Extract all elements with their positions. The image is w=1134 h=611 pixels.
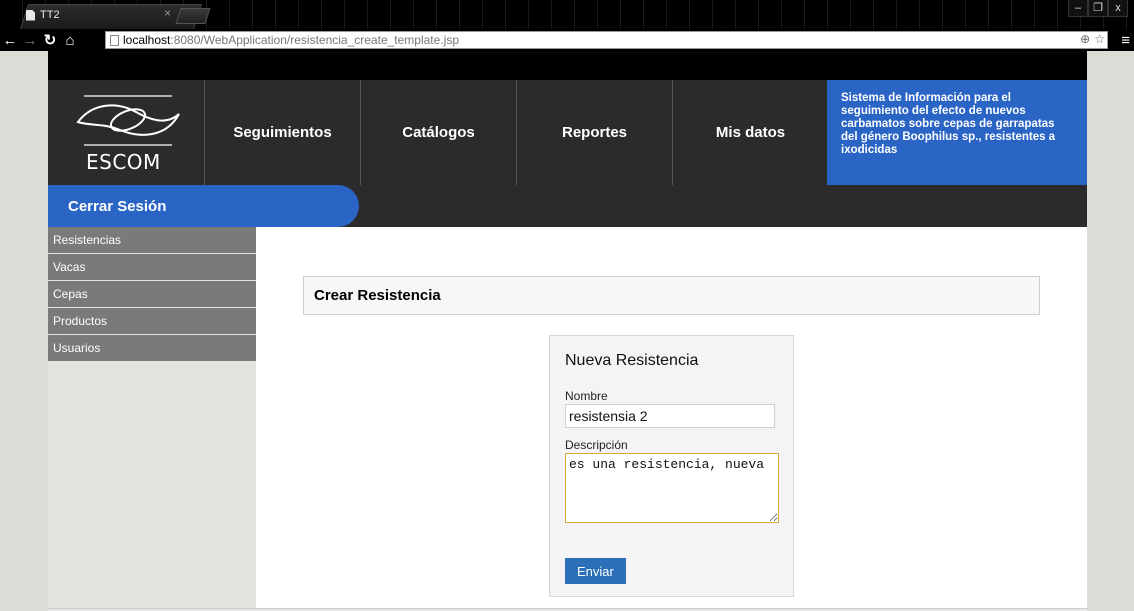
description-label: Descripción <box>565 438 628 452</box>
browser-tabstrip: TT2 × – ❐ x <box>0 0 1134 29</box>
system-info: Sistema de Información para el seguimien… <box>827 80 1087 185</box>
name-field[interactable] <box>565 404 775 428</box>
sidebar-item-vacas[interactable]: Vacas <box>48 254 256 281</box>
sidebar: Resistencias Vacas Cepas Productos Usuar… <box>48 227 256 611</box>
sidebar-item-resistencias[interactable]: Resistencias <box>48 227 256 254</box>
sidebar-item-usuarios[interactable]: Usuarios <box>48 335 256 362</box>
submit-button[interactable]: Enviar <box>565 558 626 584</box>
logo-text: ESCOM <box>86 150 161 174</box>
logo-cell[interactable]: ESCOM <box>48 80 205 185</box>
name-label: Nombre <box>565 389 608 403</box>
menu-icon[interactable]: ≡ <box>1121 32 1130 49</box>
nav-reportes[interactable]: Reportes <box>517 80 673 185</box>
nav-catalogos[interactable]: Catálogos <box>361 80 517 185</box>
back-arrow-icon[interactable]: ← <box>0 32 20 49</box>
minimize-button[interactable]: – <box>1068 0 1088 17</box>
sidebar-item-cepas[interactable]: Cepas <box>48 281 256 308</box>
forward-arrow-icon[interactable]: → <box>20 32 40 49</box>
browser-tab-content[interactable]: TT2 × <box>26 6 186 24</box>
description-field[interactable]: es una resistencia, nueva <box>565 453 779 523</box>
new-tab-button[interactable] <box>175 8 211 24</box>
site-topbar <box>48 51 1087 80</box>
session-bar: Cerrar Sesión <box>48 185 1087 227</box>
close-tab-icon[interactable]: × <box>164 6 171 20</box>
browser-toolbar: ← → ↻ ⌂ localhost:8080/WebApplication/re… <box>0 29 1134 51</box>
form-title: Nueva Resistencia <box>565 352 699 369</box>
address-bar[interactable]: localhost:8080/WebApplication/resistenci… <box>105 31 1108 49</box>
nav-mis-datos[interactable]: Mis datos <box>673 80 829 185</box>
url-path: :8080/WebApplication/resistencia_create_… <box>170 33 459 47</box>
document-icon <box>26 9 35 21</box>
page-margin-right <box>1087 51 1134 611</box>
reload-icon[interactable]: ↻ <box>40 31 60 49</box>
page-icon <box>110 34 119 46</box>
tab-title: TT2 <box>40 9 60 21</box>
zoom-icon[interactable]: ⊕ <box>1080 32 1090 46</box>
site-header: ESCOM Seguimientos Catálogos Reportes Mi… <box>48 80 1087 185</box>
site-container: ESCOM Seguimientos Catálogos Reportes Mi… <box>48 51 1087 611</box>
home-icon[interactable]: ⌂ <box>60 32 80 49</box>
sidebar-item-productos[interactable]: Productos <box>48 308 256 335</box>
bookmark-star-icon[interactable]: ☆ <box>1094 32 1105 46</box>
logout-button[interactable]: Cerrar Sesión <box>48 185 359 227</box>
resistencia-form: Nueva Resistencia Nombre Descripción es … <box>549 335 794 597</box>
window-controls: – ❐ x <box>1068 0 1128 17</box>
maximize-button[interactable]: ❐ <box>1088 0 1108 17</box>
page-viewport: ESCOM Seguimientos Catálogos Reportes Mi… <box>0 51 1134 611</box>
nav-seguimientos[interactable]: Seguimientos <box>205 80 361 185</box>
url-host: localhost <box>123 33 171 47</box>
close-window-button[interactable]: x <box>1108 0 1128 17</box>
page-title: Crear Resistencia <box>303 276 1040 315</box>
